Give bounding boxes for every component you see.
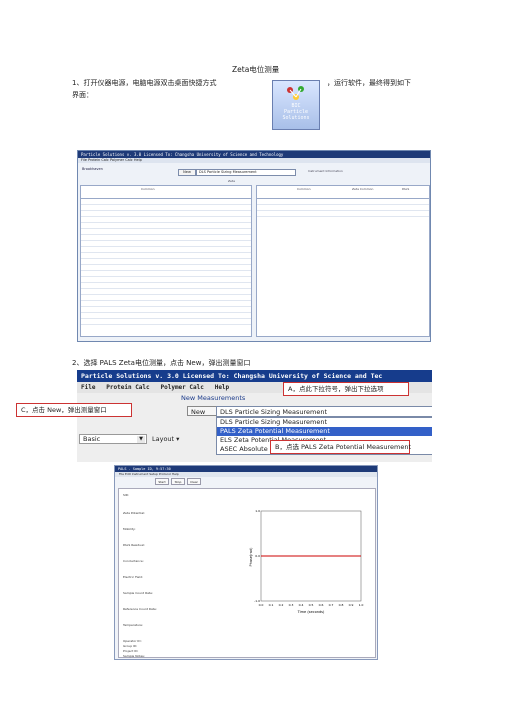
x-tick-label: 0.4 [299,603,304,607]
menu-protein-calc[interactable]: Protein Calc [106,384,149,391]
measurement-type-value: DLS Particle Sizing Measurement [220,408,327,416]
menu-help[interactable]: Help [215,384,229,391]
field-conductance: Conductance: [123,559,144,563]
field-pals-residual: PALS Residual: [123,543,145,547]
step2-text: 2、选择 PALS Zeta电位测量，点击 New，弹出测量窗口 [72,359,251,367]
x-tick-label: 0.2 [279,603,284,607]
operator-id: Operator ID: [123,639,142,643]
main-new-button[interactable]: New [178,169,196,176]
right-header-common: Common [297,187,311,191]
field-mobility: Mobility: [123,527,136,531]
s2-titlebar: Particle Solutions v. 3.0 Licensed To: C… [77,370,432,382]
layout-label: Layout [152,435,175,443]
callout-c: C，点击 New，弹出测量窗口 [16,403,132,417]
measurement-type-select[interactable]: DLS Particle Sizing Measurement ▼ [216,406,432,417]
main-window-menubar[interactable]: File Protein Calc Polymer Calc Help [78,158,430,163]
option-dls-sizing[interactable]: DLS Particle Sizing Measurement [217,418,432,427]
instrument-info-label: Instrument Information [308,169,343,173]
sample-id-label: SID: [123,493,130,497]
zeta-label: Zeta [228,179,235,183]
layout-menu[interactable]: Layout ▾ [152,434,179,444]
icon-label-line3: Solutions [282,115,310,121]
callout-b: B，点选 PALS Zeta Potential Measurement [270,440,411,454]
right-header-pals: PALS [402,187,410,191]
callout-a: A，点此下拉符号，弹出下拉选项 [283,382,409,396]
y-tick-label: 1.0 [255,509,260,513]
pals-menubar[interactable]: File Edit Instrument Setup Protocol Help [115,472,377,477]
document-title: Zeta电位测量 [232,65,280,74]
field-zeta-potential: Zeta Potential: [123,511,146,515]
results-table-right[interactable]: Common Zeta Common PALS [256,185,430,337]
x-tick-label: 0.1 [269,603,274,607]
basic-select[interactable]: Basic ▼ [79,434,147,444]
x-tick-label: 0.5 [309,603,314,607]
particle-solutions-shortcut-icon[interactable]: BIC Particle Solutions [272,80,320,130]
menu-polymer-calc[interactable]: Polymer Calc [161,384,204,391]
group-id: Group ID: [123,644,138,648]
y-tick-label: 0.0 [255,554,260,558]
option-pals-zeta[interactable]: PALS Zeta Potential Measurement [217,427,432,436]
left-table-header: Common [141,187,155,191]
pals-window-screenshot: PALS - Sample ID, 9:57:30 File Edit Inst… [114,465,378,660]
field-electric-field: Electric Field: [123,575,144,579]
stop-button[interactable]: Stop [171,478,185,485]
menu-file[interactable]: File [81,384,95,391]
field-reference-count-rate: Reference Count Rate: [123,607,157,611]
field-sample-count-rate: Sample Count Rate: [123,591,153,595]
step1-text-cont: ，运行软件，最终得到如下 [327,79,411,87]
main-window-screenshot: Particle Solutions v. 3.0 Licensed To: C… [77,150,431,342]
chart-xlabel: Time (seconds) [297,610,325,614]
step1-text: 1、打开仪器电源，电脑电源双击桌面快捷方式 [72,79,217,87]
chevron-down-icon[interactable]: ▼ [137,436,145,443]
project-id: Project ID: [123,649,139,653]
x-tick-label: 0.8 [339,603,344,607]
main-window-titlebar: Particle Solutions v. 3.0 Licensed To: C… [78,151,430,158]
new-measurements-label: New Measurements [181,394,246,402]
chart-ylabel: Phase(rad) [249,547,253,567]
sample-notes: Sample Notes: [123,654,145,658]
molecule-icon [287,86,304,100]
x-tick-label: 0.7 [329,603,334,607]
brookhaven-logo: Brookhaven [82,167,103,171]
main-measurement-select[interactable]: DLS Particle Sizing Measurement [196,169,296,176]
start-button[interactable]: Start [155,478,169,485]
phase-chart: 0.0 0.1 0.2 0.3 0.4 0.5 0.6 0.7 0.8 0.9 1.01.00.0-… [249,509,364,614]
x-tick-label: 0.0 [259,603,264,607]
x-tick-label: 0.3 [289,603,294,607]
clear-button[interactable]: Clear [187,478,201,485]
right-header-zeta: Zeta Common [352,187,374,191]
field-temperature: Temperature: [123,623,144,627]
x-tick-label: 1.0 [359,603,364,607]
basic-select-value: Basic [83,435,101,443]
x-tick-label: 0.9 [349,603,354,607]
pals-results-panel: SID: Zeta Potential: Mobility: PALS Resi… [118,488,376,658]
sample-table-left[interactable]: Common [80,185,252,337]
y-tick-label: -1.0 [254,599,260,603]
x-tick-label: 0.6 [319,603,324,607]
step1-text-end: 界面： [72,91,93,99]
